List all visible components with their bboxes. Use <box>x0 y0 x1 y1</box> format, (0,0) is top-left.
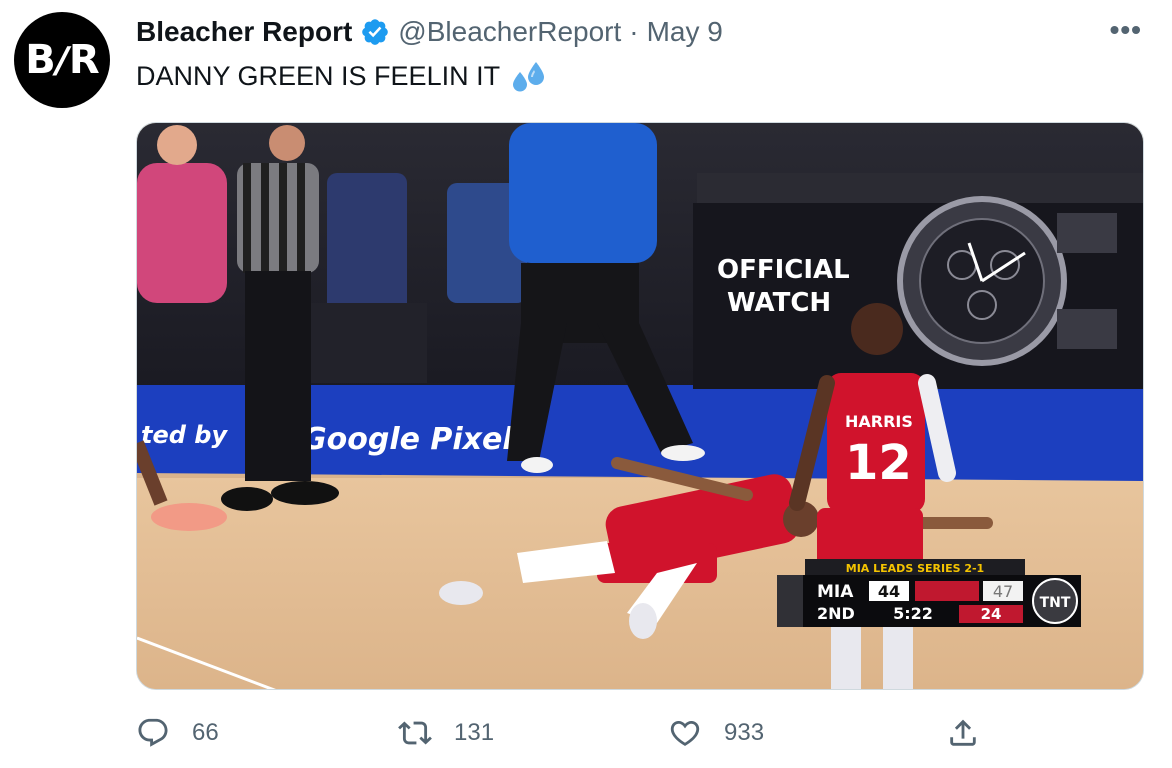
ad-board-line2: WATCH <box>727 288 831 318</box>
tweet-media[interactable]: ted by Google Pixel OFFICIAL WATCH HARRI… <box>136 122 1144 690</box>
reply-icon <box>138 718 168 747</box>
avatar-letter-b: B <box>25 37 55 83</box>
team-score: 44 <box>878 582 900 601</box>
sweat-droplets-icon <box>513 62 545 92</box>
display-name[interactable]: Bleacher Report <box>136 16 352 48</box>
avatar[interactable]: B / R <box>14 12 110 108</box>
tweet-text: DANNY GREEN IS FEELIN IT <box>136 58 546 94</box>
banner-text: Google Pixel <box>302 422 513 457</box>
verified-badge-icon <box>362 19 389 45</box>
heart-icon <box>670 720 700 746</box>
separator-dot: · <box>629 16 639 47</box>
action-bar: 66 131 933 <box>0 716 1172 756</box>
team-abbr: MIA <box>817 582 854 602</box>
jersey-name: HARRIS <box>845 412 913 431</box>
banner-prefix: ted by <box>141 421 228 449</box>
avatar-slash: / <box>55 39 69 81</box>
network-logo: TNT <box>1040 595 1071 611</box>
retweet-count: 131 <box>454 719 495 746</box>
handle[interactable]: @BleacherReport <box>398 16 621 48</box>
ad-board-line1: OFFICIAL <box>717 255 850 285</box>
shot-clock: 24 <box>981 605 1002 623</box>
quarter: 2ND <box>817 604 855 623</box>
share-button[interactable] <box>946 716 980 750</box>
tweet-date[interactable]: May 9 <box>647 16 723 48</box>
tweet-text-rest: IS FEELIN IT <box>333 60 501 91</box>
share-icon <box>950 719 976 746</box>
tweet-header: Bleacher Report @BleacherReport · May 9 <box>136 14 723 50</box>
game-clock: 5:22 <box>893 604 933 623</box>
retweet-button[interactable]: 131 <box>398 716 494 750</box>
like-count: 933 <box>724 719 765 746</box>
reply-button[interactable]: 66 <box>136 716 219 750</box>
avatar-letter-r: R <box>68 37 100 83</box>
tweet-text-name: DANNY GREEN <box>136 60 334 91</box>
like-button[interactable]: 933 <box>668 716 764 750</box>
more-options-icon[interactable]: ••• <box>1110 14 1142 46</box>
retweet-icon <box>398 721 432 745</box>
series-text: MIA LEADS SERIES 2-1 <box>846 562 984 575</box>
jersey-number: 12 <box>845 435 912 491</box>
game-photo: ted by Google Pixel OFFICIAL WATCH HARRI… <box>137 123 1143 689</box>
opponent-score: 47 <box>993 582 1013 601</box>
reply-count: 66 <box>192 719 219 746</box>
